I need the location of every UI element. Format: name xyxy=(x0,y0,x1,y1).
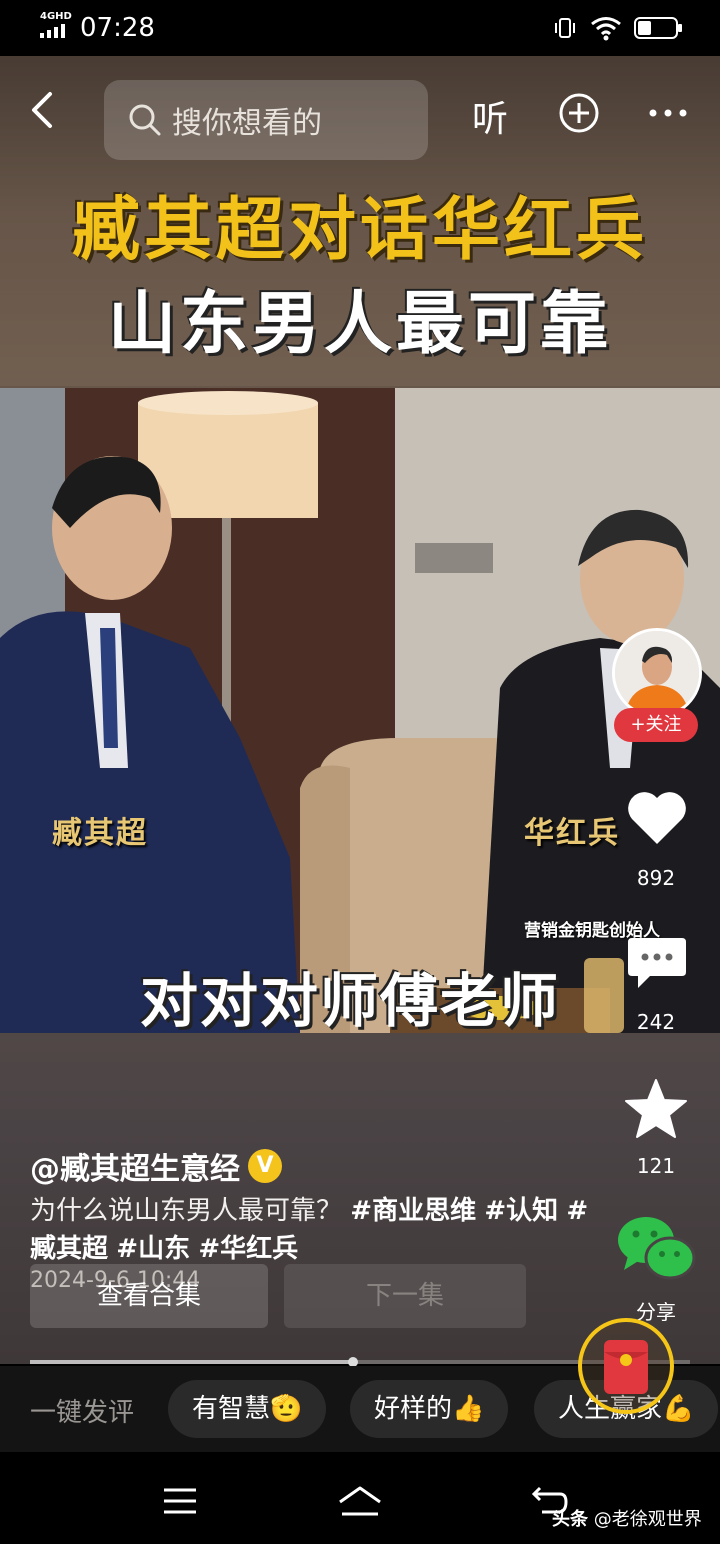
follow-button[interactable]: +关注 xyxy=(614,708,698,742)
watermark: 头条 @老徐观世界 xyxy=(552,1505,702,1531)
speaker-right-name: 华红兵 xyxy=(524,816,620,851)
view-collection-button[interactable]: 查看合集 xyxy=(30,1264,268,1328)
video-frame: 臧其超 华红兵 营销金钥匙创始人 对对对师傅老师 xyxy=(0,388,720,1033)
status-icons xyxy=(552,14,684,42)
video-subtitle: 对对对师傅老师 xyxy=(140,967,561,1033)
hashtag[interactable]: #山东 xyxy=(116,1234,190,1264)
wifi-icon xyxy=(591,17,621,41)
video-title-line2: 山东男人最可靠 xyxy=(107,285,612,364)
comment-count: 242 xyxy=(636,1010,676,1034)
watermark-handle: @老徐观世界 xyxy=(593,1509,702,1530)
caption-text: 为什么说山东男人最可靠？ xyxy=(30,1196,343,1226)
quick-comment-chip[interactable]: 好样的👍 xyxy=(350,1380,509,1438)
wechat-icon[interactable] xyxy=(614,1214,698,1284)
home-icon[interactable] xyxy=(336,1482,384,1518)
search-placeholder: 搜你想看的 xyxy=(172,106,322,141)
battery-icon xyxy=(634,17,682,39)
author-name[interactable]: @臧其超生意经 V xyxy=(30,1144,282,1188)
hashtag[interactable]: #认知 xyxy=(484,1196,558,1226)
listen-button[interactable]: 听 xyxy=(472,90,508,142)
speaker-left-name: 臧其超 xyxy=(52,816,148,851)
search-icon xyxy=(129,104,161,136)
video-title-line1: 臧其超对话华红兵 xyxy=(71,191,648,270)
search-input[interactable]: 搜你想看的 xyxy=(104,80,428,160)
clock: 07:28 xyxy=(80,13,155,43)
top-nav: 搜你想看的 听 xyxy=(0,66,720,160)
progress-fill xyxy=(30,1360,354,1364)
add-icon[interactable] xyxy=(558,92,600,134)
vibrate-icon xyxy=(555,18,575,38)
back-icon[interactable] xyxy=(26,90,62,130)
video-caption: 为什么说山东男人最可靠？ #商业思维 #认知 #臧其超 #山东 #华红兵 xyxy=(30,1192,590,1268)
next-episode-button[interactable]: 下一集 xyxy=(284,1264,526,1328)
signal-icon xyxy=(40,24,65,38)
like-count: 892 xyxy=(636,866,676,890)
author-avatar[interactable] xyxy=(612,628,702,718)
status-bar: 4GHD 07:28 xyxy=(0,0,720,56)
author-name-text[interactable]: @臧其超生意经 xyxy=(30,1144,240,1188)
heart-icon[interactable] xyxy=(626,790,688,846)
hashtag[interactable]: #商业思维 xyxy=(350,1196,476,1226)
red-packet-button[interactable] xyxy=(578,1318,674,1414)
star-icon[interactable] xyxy=(624,1078,688,1140)
quick-comment-chip[interactable]: 有智慧🫡 xyxy=(168,1380,327,1438)
menu-icon[interactable] xyxy=(162,1486,198,1516)
verified-icon: V xyxy=(248,1149,282,1183)
red-packet-icon xyxy=(604,1340,648,1394)
watermark-brand: 头条 xyxy=(552,1509,588,1530)
quick-comment-label[interactable]: 一键发评 xyxy=(30,1392,134,1429)
more-icon[interactable] xyxy=(648,108,688,118)
favorite-count: 121 xyxy=(636,1154,676,1178)
network-type: 4GHD xyxy=(40,11,72,22)
avatar-image xyxy=(615,631,699,715)
comment-icon[interactable] xyxy=(626,934,688,992)
hashtag[interactable]: #华红兵 xyxy=(198,1234,298,1264)
